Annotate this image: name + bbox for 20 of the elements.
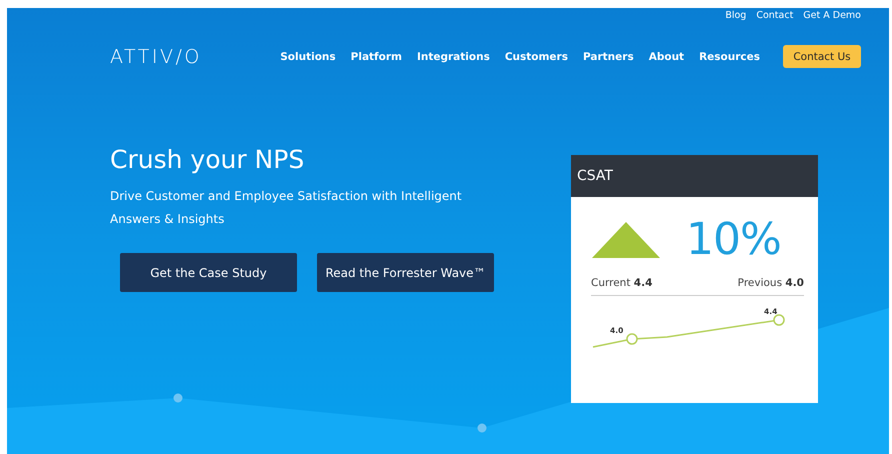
hero-subtitle: Drive Customer and Employee Satisfaction with Intelligent Answers & Insights: [110, 188, 463, 228]
top-link[interactable]: Get A Demo: [803, 10, 861, 20]
change-value: 10%: [686, 215, 781, 265]
logo[interactable]: ATTIV/O: [110, 46, 202, 68]
card-title: CSAT: [577, 168, 613, 184]
nav-link[interactable]: Platform: [350, 50, 402, 62]
previous-score: Previous 4.0: [738, 277, 804, 289]
nav-link[interactable]: Integrations: [416, 50, 490, 62]
nav-link[interactable]: Solutions: [280, 50, 336, 62]
top-link[interactable]: Contact: [756, 10, 794, 20]
cta-button[interactable]: Get the Case Study: [120, 253, 297, 292]
cta-button[interactable]: Read the Forrester Wave™: [317, 253, 494, 292]
nav-link[interactable]: Partners: [582, 50, 634, 62]
contact-button[interactable]: Contact Us: [783, 45, 861, 68]
top-link[interactable]: Blog: [725, 10, 746, 20]
up-triangle-icon: [592, 222, 660, 258]
nav-link[interactable]: About: [648, 50, 684, 62]
nav-link[interactable]: Resources: [699, 50, 760, 62]
current-score: Current 4.4: [591, 277, 652, 289]
nav-link[interactable]: Customers: [504, 50, 568, 62]
